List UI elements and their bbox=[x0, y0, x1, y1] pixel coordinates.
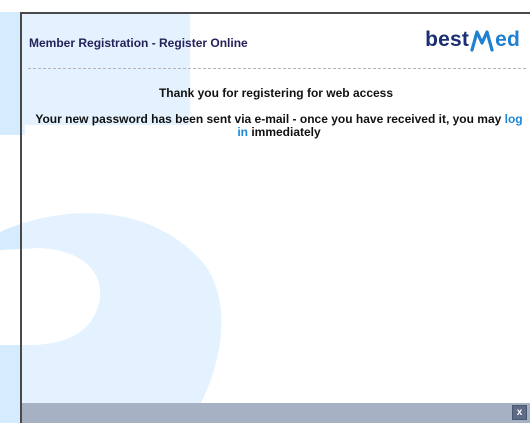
thank-you-message: Thank you for registering for web access bbox=[158, 86, 394, 100]
logo-text-ed: ed bbox=[495, 28, 520, 51]
dialog-footer: x bbox=[22, 403, 530, 423]
password-message: Your new password has been sent via e-ma… bbox=[32, 113, 526, 139]
logo-text-best: best bbox=[425, 28, 470, 51]
password-text: Your new password has been sent via e-ma… bbox=[35, 112, 505, 126]
close-button[interactable]: x bbox=[512, 405, 527, 420]
header-divider bbox=[28, 68, 526, 69]
registration-dialog: Member Registration - Register Online be… bbox=[20, 12, 530, 423]
logo-m-icon bbox=[470, 30, 494, 52]
dialog-title: Member Registration - Register Online bbox=[29, 36, 248, 50]
password-text-end: immediately bbox=[247, 125, 321, 139]
bestmed-logo: best ed bbox=[425, 24, 520, 56]
dialog-header: Member Registration - Register Online be… bbox=[22, 14, 530, 68]
